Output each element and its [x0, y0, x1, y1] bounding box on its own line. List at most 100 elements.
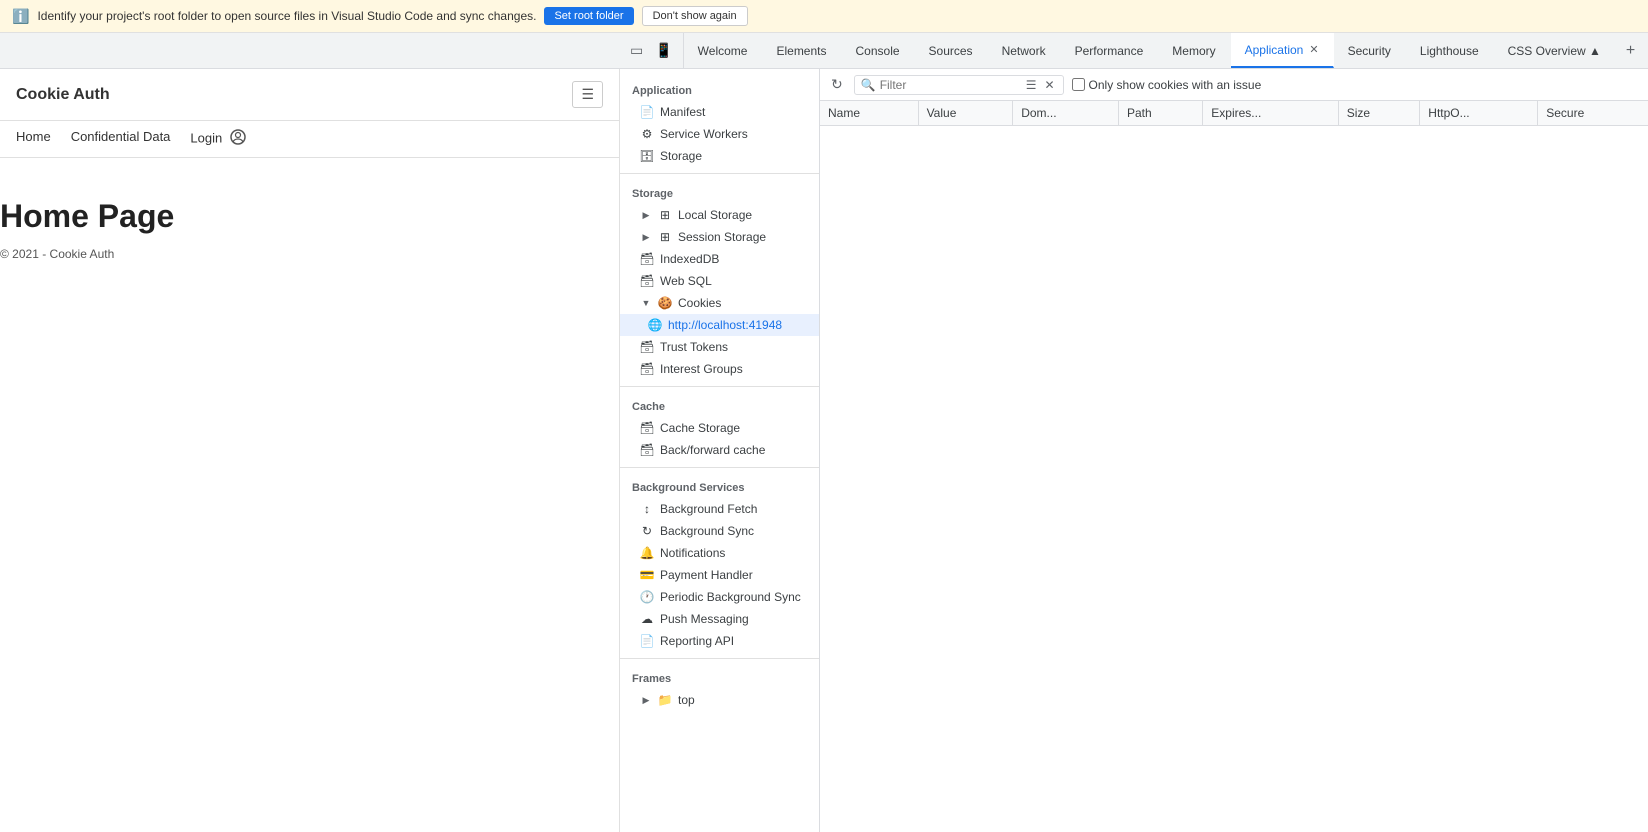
filter-input[interactable]: [880, 78, 1020, 92]
tab-application[interactable]: Application ✕: [1231, 33, 1334, 68]
sidebar-item-service-workers[interactable]: ⚙ Service Workers: [620, 123, 819, 145]
col-name[interactable]: Name: [820, 101, 918, 126]
only-issue-label[interactable]: Only show cookies with an issue: [1089, 78, 1262, 92]
sidebar-section-storage: Storage: [620, 180, 819, 204]
sidebar-item-push-messaging[interactable]: ☁ Push Messaging: [620, 608, 819, 630]
nav-confidential[interactable]: Confidential Data: [71, 129, 171, 149]
main-layout: Cookie Auth ☰ Home Confidential Data Log…: [0, 69, 1648, 832]
tab-lighthouse[interactable]: Lighthouse: [1406, 33, 1494, 68]
sidebar-item-top-frame[interactable]: ▶ 📁 top: [620, 689, 819, 711]
sidebar-item-background-fetch[interactable]: ↕ Background Fetch: [620, 498, 819, 520]
sidebar-item-payment-handler-label: Payment Handler: [660, 568, 753, 582]
top-frame-icon: 📁: [658, 693, 672, 707]
sidebar-item-cookies-localhost[interactable]: 🌐 http://localhost:41948: [620, 314, 819, 336]
sidebar-item-reporting-api[interactable]: 📄 Reporting API: [620, 630, 819, 652]
col-value[interactable]: Value: [918, 101, 1013, 126]
sidebar-item-push-messaging-label: Push Messaging: [660, 612, 749, 626]
web-sql-icon: 🗃: [640, 274, 654, 288]
notifications-icon: 🔔: [640, 546, 654, 560]
sidebar-item-manifest-label: Manifest: [660, 105, 705, 119]
col-secure[interactable]: Secure: [1538, 101, 1648, 126]
refresh-button[interactable]: ↻: [828, 73, 846, 96]
sidebar-item-manifest[interactable]: 📄 Manifest: [620, 101, 819, 123]
sidebar-item-storage[interactable]: 🗄 Storage: [620, 145, 819, 167]
tab-memory[interactable]: Memory: [1158, 33, 1230, 68]
background-fetch-icon: ↕: [640, 502, 654, 516]
sidebar-divider-3: [620, 467, 819, 468]
sidebar-section-background: Background Services: [620, 474, 819, 498]
sidebar-item-background-sync[interactable]: ↻ Background Sync: [620, 520, 819, 542]
sidebar-item-web-sql[interactable]: 🗃 Web SQL: [620, 270, 819, 292]
filter-input-wrap: 🔍 ☰ ✕: [854, 75, 1064, 95]
app-nav: Home Confidential Data Login: [0, 121, 619, 158]
tab-network[interactable]: Network: [988, 33, 1061, 68]
sidebar-item-periodic-background-sync[interactable]: 🕐 Periodic Background Sync: [620, 586, 819, 608]
sidebar-item-notifications[interactable]: 🔔 Notifications: [620, 542, 819, 564]
sidebar-item-local-storage[interactable]: ▶ ⊞ Local Storage: [620, 204, 819, 226]
sidebar-item-cache-storage-label: Cache Storage: [660, 421, 740, 435]
devtools-sidebar: Application 📄 Manifest ⚙ Service Workers…: [620, 69, 820, 832]
cookies-localhost-icon: 🌐: [648, 318, 662, 332]
col-expires[interactable]: Expires...: [1203, 101, 1338, 126]
app-header: Cookie Auth ☰: [0, 69, 619, 121]
nav-home[interactable]: Home: [16, 129, 51, 149]
nav-login[interactable]: Login: [190, 129, 249, 149]
filter-icon: 🔍: [861, 78, 876, 92]
col-path[interactable]: Path: [1119, 101, 1203, 126]
sidebar-divider-4: [620, 658, 819, 659]
sidebar-item-back-forward-cache[interactable]: 🗃 Back/forward cache: [620, 439, 819, 461]
top-frame-expand-icon: ▶: [640, 694, 652, 706]
sidebar-item-indexeddb-label: IndexedDB: [660, 252, 719, 266]
app-copyright: © 2021 - Cookie Auth: [0, 247, 603, 261]
col-httponly[interactable]: HttpO...: [1420, 101, 1538, 126]
sidebar-item-service-workers-label: Service Workers: [660, 127, 748, 141]
hamburger-button[interactable]: ☰: [572, 81, 603, 108]
add-tab-button[interactable]: +: [1616, 33, 1645, 68]
sidebar-item-cookies-localhost-label: http://localhost:41948: [668, 318, 782, 332]
sidebar-item-cookies-label: Cookies: [678, 296, 721, 310]
storage-icon: 🗄: [640, 149, 654, 163]
issue-checkbox-wrap: Only show cookies with an issue: [1072, 78, 1262, 92]
sidebar-item-background-sync-label: Background Sync: [660, 524, 754, 538]
cookies-expand-icon: ▼: [640, 297, 652, 309]
only-issue-checkbox[interactable]: [1072, 78, 1085, 91]
tab-elements[interactable]: Elements: [762, 33, 841, 68]
sidebar-item-payment-handler[interactable]: 💳 Payment Handler: [620, 564, 819, 586]
background-sync-icon: ↻: [640, 524, 654, 538]
tab-css-overview[interactable]: CSS Overview ▲: [1494, 33, 1616, 68]
devtools-icon-device[interactable]: 📱: [651, 38, 676, 63]
info-bar: ℹ️ Identify your project's root folder t…: [0, 0, 1648, 33]
sidebar-item-indexeddb[interactable]: 🗃 IndexedDB: [620, 248, 819, 270]
dont-show-button[interactable]: Don't show again: [642, 6, 748, 26]
tab-application-close[interactable]: ✕: [1309, 43, 1318, 56]
local-storage-expand-icon: ▶: [640, 209, 652, 221]
sidebar-item-interest-groups[interactable]: 🗃 Interest Groups: [620, 358, 819, 380]
tab-console[interactable]: Console: [842, 33, 915, 68]
sidebar-item-back-forward-cache-label: Back/forward cache: [660, 443, 765, 457]
sidebar-item-interest-groups-label: Interest Groups: [660, 362, 743, 376]
tab-sources[interactable]: Sources: [915, 33, 988, 68]
sidebar-item-web-sql-label: Web SQL: [660, 274, 712, 288]
tab-performance[interactable]: Performance: [1061, 33, 1159, 68]
cache-storage-icon: 🗃: [640, 421, 654, 435]
tab-security[interactable]: Security: [1334, 33, 1406, 68]
set-root-button[interactable]: Set root folder: [544, 7, 633, 25]
devtools-icon-inspect[interactable]: ▭: [626, 38, 647, 63]
sidebar-item-cache-storage[interactable]: 🗃 Cache Storage: [620, 417, 819, 439]
filter-close-button[interactable]: ✕: [1042, 78, 1056, 92]
col-domain[interactable]: Dom...: [1013, 101, 1119, 126]
payment-handler-icon: 💳: [640, 568, 654, 582]
session-storage-icon: ⊞: [658, 230, 672, 244]
sidebar-item-trust-tokens[interactable]: 🗃 Trust Tokens: [620, 336, 819, 358]
manifest-icon: 📄: [640, 105, 654, 119]
sidebar-item-session-storage[interactable]: ▶ ⊞ Session Storage: [620, 226, 819, 248]
filter-clear-button[interactable]: ☰: [1024, 78, 1039, 92]
trust-tokens-icon: 🗃: [640, 340, 654, 354]
sidebar-item-cookies[interactable]: ▼ 🍪 Cookies: [620, 292, 819, 314]
service-workers-icon: ⚙: [640, 127, 654, 141]
col-size[interactable]: Size: [1338, 101, 1420, 126]
cookies-icon: 🍪: [658, 296, 672, 310]
sidebar-item-local-storage-label: Local Storage: [678, 208, 752, 222]
tab-welcome[interactable]: Welcome: [684, 33, 763, 68]
sidebar-item-top-frame-label: top: [678, 693, 695, 707]
